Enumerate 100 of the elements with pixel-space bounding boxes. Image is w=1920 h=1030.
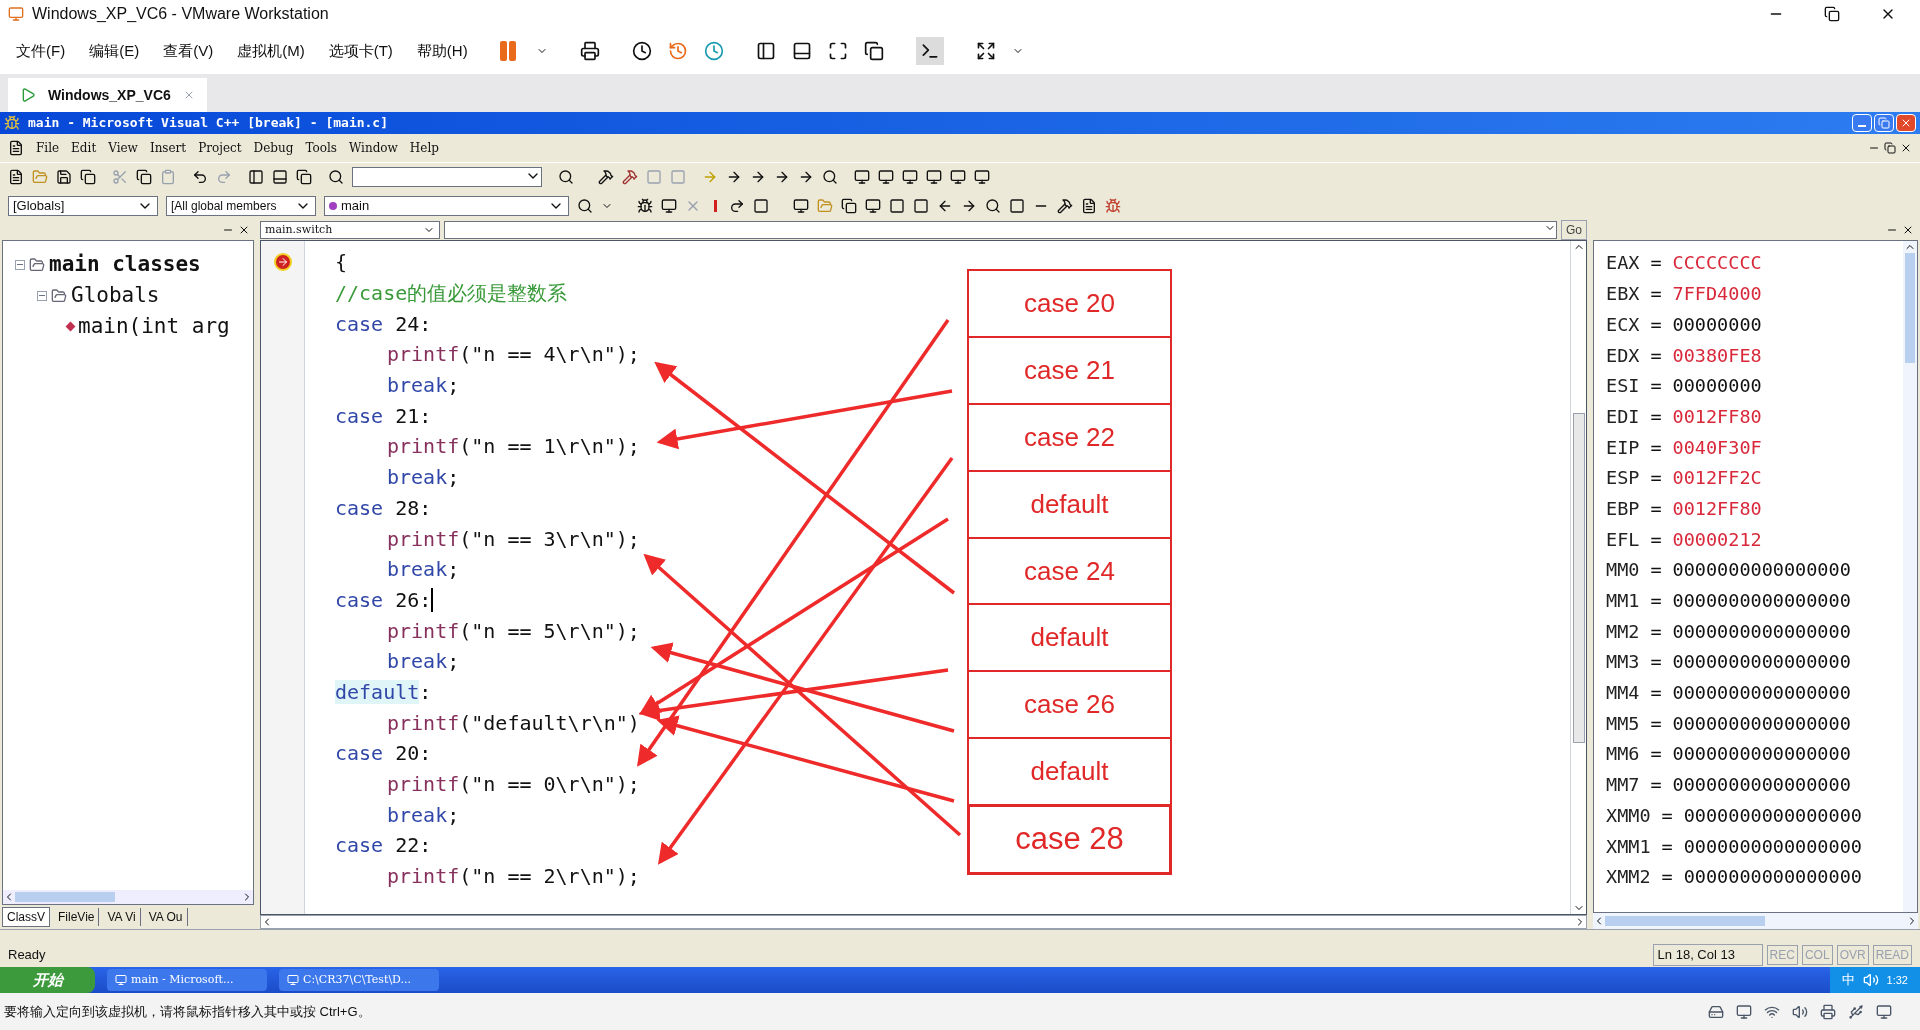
expander-icon[interactable] [37, 290, 47, 301]
menu-item[interactable]: View [108, 139, 138, 157]
menu-item[interactable]: 编辑(E) [85, 39, 144, 63]
context-combo[interactable]: main.switch [260, 221, 440, 239]
app-icon [8, 6, 24, 22]
menu-item[interactable]: Edit [71, 139, 97, 157]
function-combo[interactable]: main [324, 195, 569, 216]
menu-item[interactable]: 查看(V) [159, 39, 218, 63]
save-icon[interactable] [56, 169, 72, 185]
status-indicator: READ [1872, 945, 1912, 965]
menu-item[interactable]: 选项卡(T) [324, 39, 397, 63]
scroll-thumb[interactable] [1572, 412, 1585, 743]
stretch-icon[interactable] [975, 41, 996, 61]
printer-icon[interactable] [1820, 1003, 1836, 1020]
cursor-position: Ln 18, Col 13 [1652, 944, 1763, 966]
copy-icon[interactable] [136, 169, 152, 185]
equals-sign: = [1660, 803, 1674, 828]
menu-item[interactable]: Insert [149, 139, 187, 157]
horizontal-scrollbar[interactable] [260, 915, 1587, 929]
register-value: 0000000000000000 [1672, 711, 1851, 736]
horizontal-scrollbar[interactable] [3, 890, 253, 904]
new-file-icon[interactable] [8, 169, 24, 185]
menu-item[interactable]: Window [348, 139, 398, 157]
vm-tab[interactable]: Windows_XP_VC6 [8, 78, 207, 112]
minimize-button[interactable] [1852, 114, 1872, 132]
expander-icon[interactable] [15, 259, 25, 270]
equals-sign: = [1649, 343, 1663, 368]
restore-button[interactable] [1874, 114, 1894, 132]
members-combo[interactable]: [All global members [166, 195, 316, 216]
folder-icon [51, 287, 67, 304]
find-combo[interactable] [352, 167, 542, 187]
start-button[interactable]: 开始 [0, 967, 95, 993]
equals-sign: = [1649, 312, 1663, 337]
taskbar-item[interactable]: main - Microsoft... [107, 969, 267, 991]
taskbar-item[interactable]: C:\CR37\C\Test\D... [279, 969, 439, 991]
scroll-thumb[interactable] [1605, 916, 1765, 926]
scroll-thumb[interactable] [1905, 253, 1915, 363]
panel-tab[interactable]: ClassV [2, 907, 50, 927]
close-button[interactable] [1896, 114, 1916, 132]
horizontal-scrollbar[interactable] [1593, 913, 1918, 929]
status-indicator: COL [1801, 945, 1833, 965]
menu-item[interactable]: Tools [305, 139, 337, 157]
window-title: main - Microsoft Visual C++ [break] - [main.c] [28, 114, 389, 133]
menu-item[interactable]: 虚拟机(M) [233, 39, 309, 63]
tree-item[interactable]: main(int arg [78, 310, 230, 343]
sound-icon[interactable] [1792, 1003, 1808, 1020]
snapshot-manager-icon[interactable] [703, 41, 724, 61]
step-over-icon[interactable] [750, 169, 766, 185]
scroll-thumb[interactable] [15, 892, 115, 902]
menu-item[interactable]: 文件(F) [12, 39, 70, 63]
jump-table-entry: default [967, 737, 1172, 807]
close-icon[interactable] [1900, 142, 1912, 154]
register-value: 0000000000000000 [1672, 558, 1851, 583]
bug-icon[interactable] [1105, 197, 1121, 214]
code-line: case 22: [335, 832, 432, 860]
thumbnail-icon[interactable] [791, 41, 812, 61]
console-button[interactable] [915, 37, 944, 65]
tree-item[interactable]: main classes [49, 248, 201, 281]
window-icon [287, 974, 299, 986]
find-icon[interactable] [328, 169, 344, 185]
library-icon[interactable] [755, 41, 776, 61]
code-line: printf("n == 0\r\n"); [387, 771, 640, 799]
apply-changes-icon[interactable] [729, 197, 745, 214]
menu-item[interactable]: Help [409, 139, 439, 157]
code-editor[interactable] [260, 240, 1587, 915]
display-icon[interactable] [1876, 1003, 1892, 1020]
volume-icon[interactable] [1862, 972, 1879, 988]
menu-item[interactable]: 帮助(H) [412, 39, 472, 63]
register-name: EAX [1606, 251, 1640, 276]
register-value: 0012FF80 [1672, 496, 1762, 521]
revert-icon[interactable] [667, 41, 688, 61]
go-button[interactable]: Go [1561, 220, 1587, 240]
step-into-icon[interactable] [726, 169, 742, 185]
full-screen-icon[interactable] [827, 41, 848, 61]
restore-icon [1878, 117, 1890, 129]
run-to-cursor-icon[interactable] [798, 169, 814, 185]
build-icon[interactable] [622, 169, 638, 185]
close-icon[interactable] [1902, 224, 1914, 236]
code-line: { [335, 249, 348, 277]
usb-icon[interactable] [1848, 1003, 1864, 1020]
scope-combo[interactable]: [Globals] [8, 195, 158, 216]
equals-sign: = [1649, 558, 1663, 583]
step-out-icon[interactable] [774, 169, 790, 185]
restore-icon[interactable] [1824, 6, 1840, 22]
menu-item[interactable]: Debug [253, 139, 294, 157]
undo-icon[interactable] [192, 169, 208, 185]
tree-item[interactable]: Globals [71, 279, 160, 312]
register-name: MM4 [1606, 681, 1640, 706]
menu-item[interactable]: File [36, 139, 60, 157]
debug-icon[interactable] [637, 197, 653, 214]
equals-sign: = [1649, 527, 1663, 552]
register-value: 0000000000000000 [1672, 650, 1851, 675]
menu-item[interactable]: Project [198, 139, 242, 157]
restore-icon[interactable] [1884, 142, 1896, 154]
close-icon[interactable] [238, 224, 250, 236]
code-line: printf("n == 4\r\n"); [387, 341, 640, 369]
compile-icon[interactable] [598, 169, 614, 185]
equals-sign: = [1649, 374, 1663, 399]
snapshot-icon[interactable] [631, 41, 652, 61]
register-value: 0000000000000000 [1672, 773, 1851, 798]
